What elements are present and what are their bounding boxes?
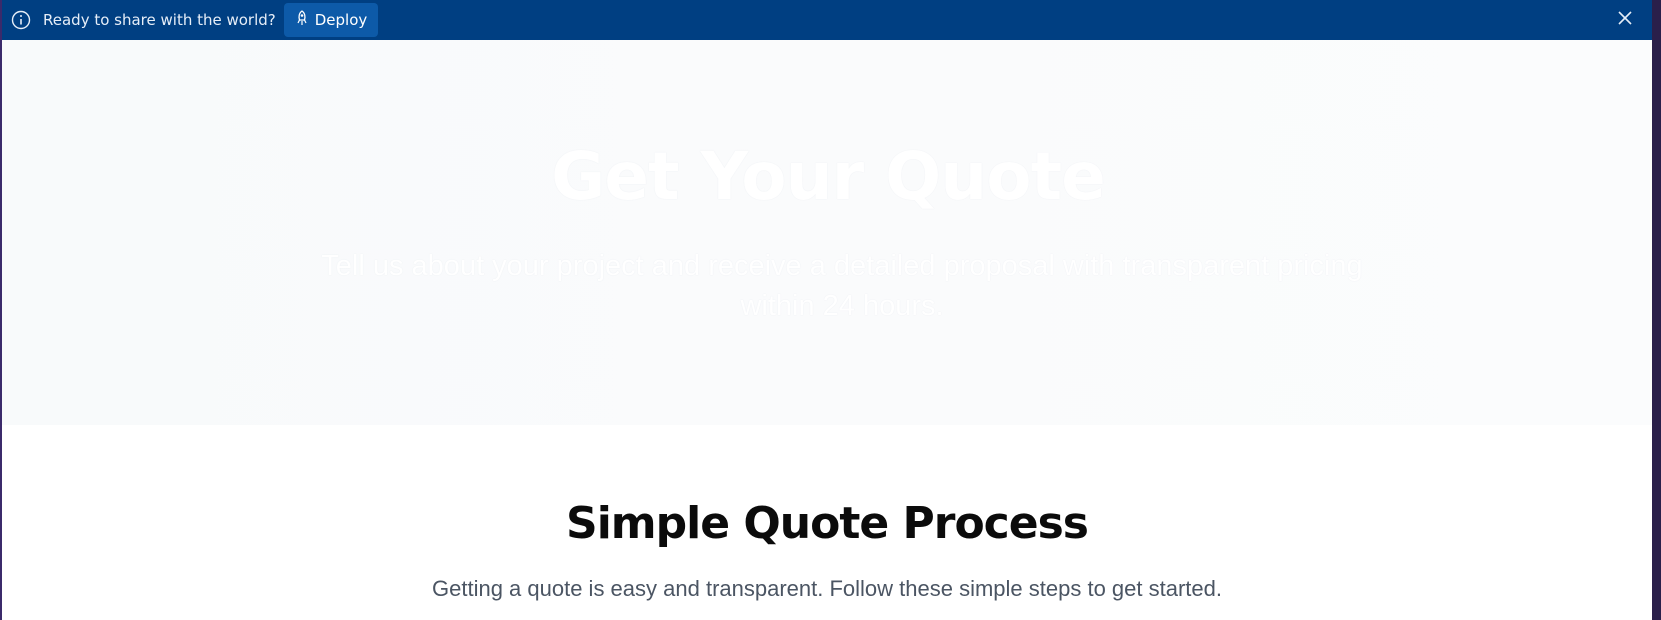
process-subtitle: Getting a quote is easy and transparent.… [432, 576, 1222, 601]
info-icon [10, 9, 32, 31]
deploy-button[interactable]: Deploy [283, 3, 379, 37]
hero-title: Get Your Quote [551, 138, 1106, 215]
rocket-icon [295, 10, 309, 30]
close-icon [1617, 10, 1633, 31]
close-banner-button[interactable] [1614, 9, 1636, 31]
process-title: Simple Quote Process [566, 498, 1089, 549]
deploy-button-label: Deploy [314, 11, 368, 29]
deploy-banner-message: Ready to share with the world? [43, 11, 276, 29]
deploy-banner: Ready to share with the world? Deploy [2, 0, 1652, 40]
hero-section: Get Your Quote Tell us about your projec… [2, 40, 1652, 425]
page-frame: Ready to share with the world? Deploy Ge… [0, 0, 1652, 620]
hero-subtitle: Tell us about your project and receive a… [321, 250, 1363, 322]
